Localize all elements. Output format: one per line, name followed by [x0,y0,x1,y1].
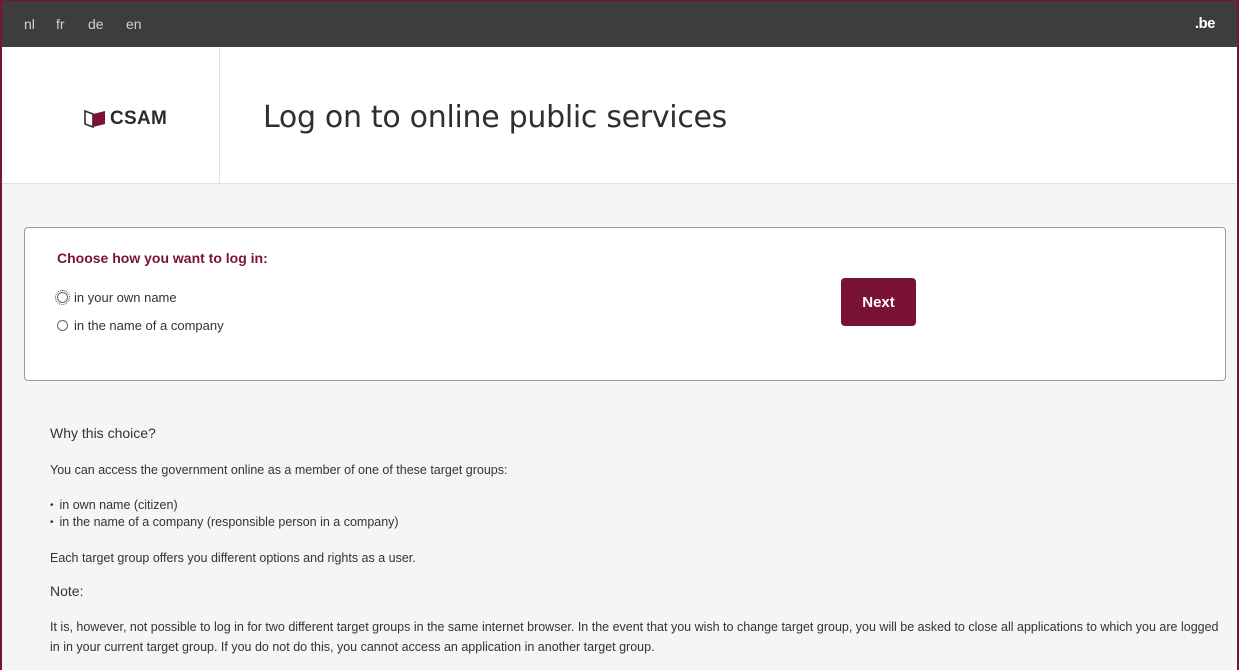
option-own-name[interactable]: in your own name [55,290,177,305]
top-bar: nl fr de en .be [2,1,1237,51]
be-logo[interactable]: .be [1195,1,1216,47]
note-text: It is, however, not possible to log in f… [50,620,1219,654]
csam-flag-icon [84,109,106,129]
language-link-de[interactable]: de [88,1,104,47]
radio-company[interactable] [57,320,68,331]
radio-own-name[interactable] [55,290,70,305]
page-header: CSAM Log on to online public services [2,47,1237,184]
why-choice-heading: Why this choice? [50,425,156,441]
target-groups-intro: You can access the government online as … [50,463,508,477]
page-title: Log on to online public services [263,100,728,135]
option-company[interactable]: in the name of a company [57,318,224,333]
note-heading: Note: [50,583,84,599]
csam-logo-text: CSAM [110,108,168,129]
target-groups-list: in own name (citizen) in the name of a c… [50,497,399,531]
list-item: in the name of a company (responsible pe… [50,514,399,531]
csam-logo[interactable]: CSAM [84,108,167,130]
logo-cell: CSAM [2,47,220,183]
option-company-label: in the name of a company [74,318,224,333]
language-link-fr[interactable]: fr [56,1,65,51]
next-button[interactable]: Next [841,278,916,326]
list-item: in own name (citizen) [50,497,399,514]
option-own-name-label: in your own name [74,290,177,305]
options-rights-text: Each target group offers you different o… [50,551,416,565]
login-choice-panel: Choose how you want to log in: in your o… [24,227,1226,381]
login-choice-title: Choose how you want to log in: [57,250,268,266]
language-link-en[interactable]: en [126,1,142,47]
language-link-nl[interactable]: nl [24,1,35,47]
